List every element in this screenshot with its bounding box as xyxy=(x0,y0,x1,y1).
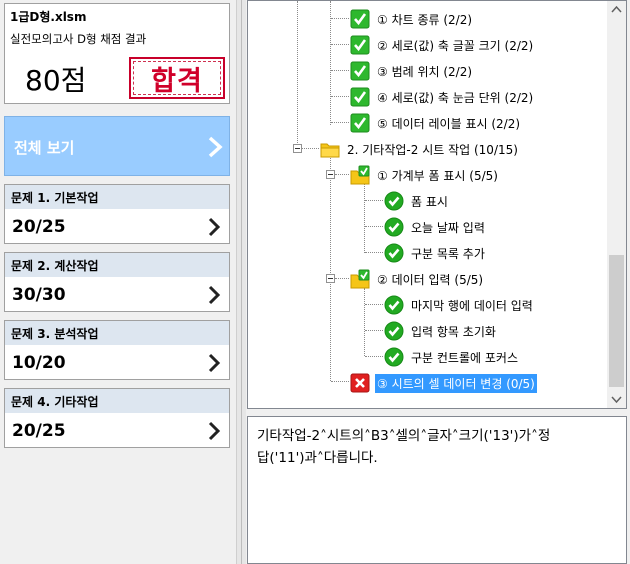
question-score: 30/30 xyxy=(12,285,66,305)
view-all-button[interactable]: 전체 보기 xyxy=(4,116,230,176)
tree-leaf[interactable]: 마지막 행에 데이터 입력 xyxy=(384,295,535,315)
check-box-icon xyxy=(350,35,370,55)
grading-tree[interactable]: ① 차트 종류 (2/2) ② 세로(값) 축 글꼴 크기 (2/2) ③ 범례… xyxy=(247,0,627,409)
tree-item-selected[interactable]: ③ 시트의 셀 데이터 변경 (0/5) xyxy=(350,373,537,393)
tree-leaf[interactable]: 입력 항목 초기화 xyxy=(384,321,498,341)
chevron-right-icon xyxy=(208,353,221,373)
scroll-up-arrow-icon[interactable] xyxy=(607,1,626,18)
chevron-right-icon xyxy=(208,285,221,305)
check-circle-icon xyxy=(384,347,404,367)
tree-item[interactable]: ③ 범례 위치 (2/2) xyxy=(350,61,474,81)
tree-leaf[interactable]: 구분 컨트롤에 포커스 xyxy=(384,347,520,367)
tree-subsection[interactable]: ① 가계부 폼 표시 (5/5) xyxy=(350,165,500,185)
tree-item[interactable]: ④ 세로(값) 축 눈금 단위 (2/2) xyxy=(350,87,535,107)
check-circle-icon xyxy=(384,217,404,237)
scroll-down-arrow-icon[interactable] xyxy=(607,391,626,408)
check-box-icon xyxy=(350,87,370,107)
check-circle-icon xyxy=(384,191,404,211)
question-title: 문제 2. 계산작업 xyxy=(11,259,99,273)
check-circle-icon xyxy=(384,243,404,263)
tree-leaf[interactable]: 구분 목록 추가 xyxy=(384,243,487,263)
tree-leaf[interactable]: 오늘 날짜 입력 xyxy=(384,217,487,237)
question-title: 문제 4. 기타작업 xyxy=(11,395,99,409)
result-subtitle: 실전모의고사 D형 채점 결과 xyxy=(10,32,147,46)
check-circle-icon xyxy=(384,295,404,315)
question-score: 20/25 xyxy=(12,421,66,441)
left-panel: 1급D형.xlsm 실전모의고사 D형 채점 결과 80점 합격 전체 보기 문… xyxy=(0,0,236,564)
tree-item[interactable]: ② 세로(값) 축 글꼴 크기 (2/2) xyxy=(350,35,535,55)
folder-check-icon xyxy=(350,165,370,185)
feedback-message: 기타작업-2˄시트의˄B3˄셀의˄글자˄크기('13')가˄정 답('11')과… xyxy=(257,425,617,469)
question-title: 문제 1. 기본작업 xyxy=(11,191,99,205)
check-box-icon xyxy=(350,113,370,133)
question-title: 문제 3. 분석작업 xyxy=(11,327,99,341)
collapse-toggle[interactable] xyxy=(293,144,302,153)
view-all-label: 전체 보기 xyxy=(14,139,75,157)
question-1-card[interactable]: 문제 1. 기본작업 20/25 xyxy=(4,184,230,244)
x-box-icon xyxy=(350,373,370,393)
total-score: 80점 xyxy=(25,64,87,97)
folder-icon xyxy=(320,143,340,158)
question-score: 10/20 xyxy=(12,353,66,373)
tree-leaf[interactable]: 폼 표시 xyxy=(384,191,450,211)
check-box-icon xyxy=(350,9,370,29)
question-3-card[interactable]: 문제 3. 분석작업 10/20 xyxy=(4,320,230,380)
check-box-icon xyxy=(350,61,370,81)
chevron-right-icon xyxy=(208,421,221,441)
pass-stamp: 합격 xyxy=(129,57,225,99)
tree-subsection[interactable]: ② 데이터 입력 (5/5) xyxy=(350,269,485,289)
file-name: 1급D형.xlsm xyxy=(10,10,87,24)
chevron-right-icon xyxy=(208,136,223,158)
tree-section[interactable]: 2. 기타작업-2 시트 작업 (10/15) xyxy=(320,139,520,159)
question-header: 문제 2. 계산작업 xyxy=(5,253,229,277)
feedback-message-box[interactable]: 기타작업-2˄시트의˄B3˄셀의˄글자˄크기('13')가˄정 답('11')과… xyxy=(247,416,627,564)
check-circle-icon xyxy=(384,321,404,341)
tree-scrollbar[interactable] xyxy=(607,1,626,408)
feedback-line-1: 기타작업-2˄시트의˄B3˄셀의˄글자˄크기('13')가˄정 xyxy=(257,428,551,444)
question-4-card[interactable]: 문제 4. 기타작업 20/25 xyxy=(4,388,230,448)
chevron-right-icon xyxy=(208,217,221,237)
panel-splitter[interactable] xyxy=(236,0,246,564)
collapse-toggle[interactable] xyxy=(326,170,335,179)
tree-item[interactable]: ⑤ 데이터 레이블 표시 (2/2) xyxy=(350,113,522,133)
result-summary-card: 1급D형.xlsm 실전모의고사 D형 채점 결과 80점 합격 xyxy=(4,3,230,104)
tree-item[interactable]: ① 차트 종류 (2/2) xyxy=(350,9,474,29)
folder-check-icon xyxy=(350,269,370,289)
question-header: 문제 3. 분석작업 xyxy=(5,321,229,345)
scroll-thumb[interactable] xyxy=(609,255,624,387)
question-header: 문제 1. 기본작업 xyxy=(5,185,229,209)
feedback-line-2: 답('11')과˄다릅니다. xyxy=(257,450,378,466)
pass-stamp-text: 합격 xyxy=(133,61,221,97)
question-header: 문제 4. 기타작업 xyxy=(5,389,229,413)
collapse-toggle[interactable] xyxy=(326,274,335,283)
question-2-card[interactable]: 문제 2. 계산작업 30/30 xyxy=(4,252,230,312)
question-score: 20/25 xyxy=(12,217,66,237)
